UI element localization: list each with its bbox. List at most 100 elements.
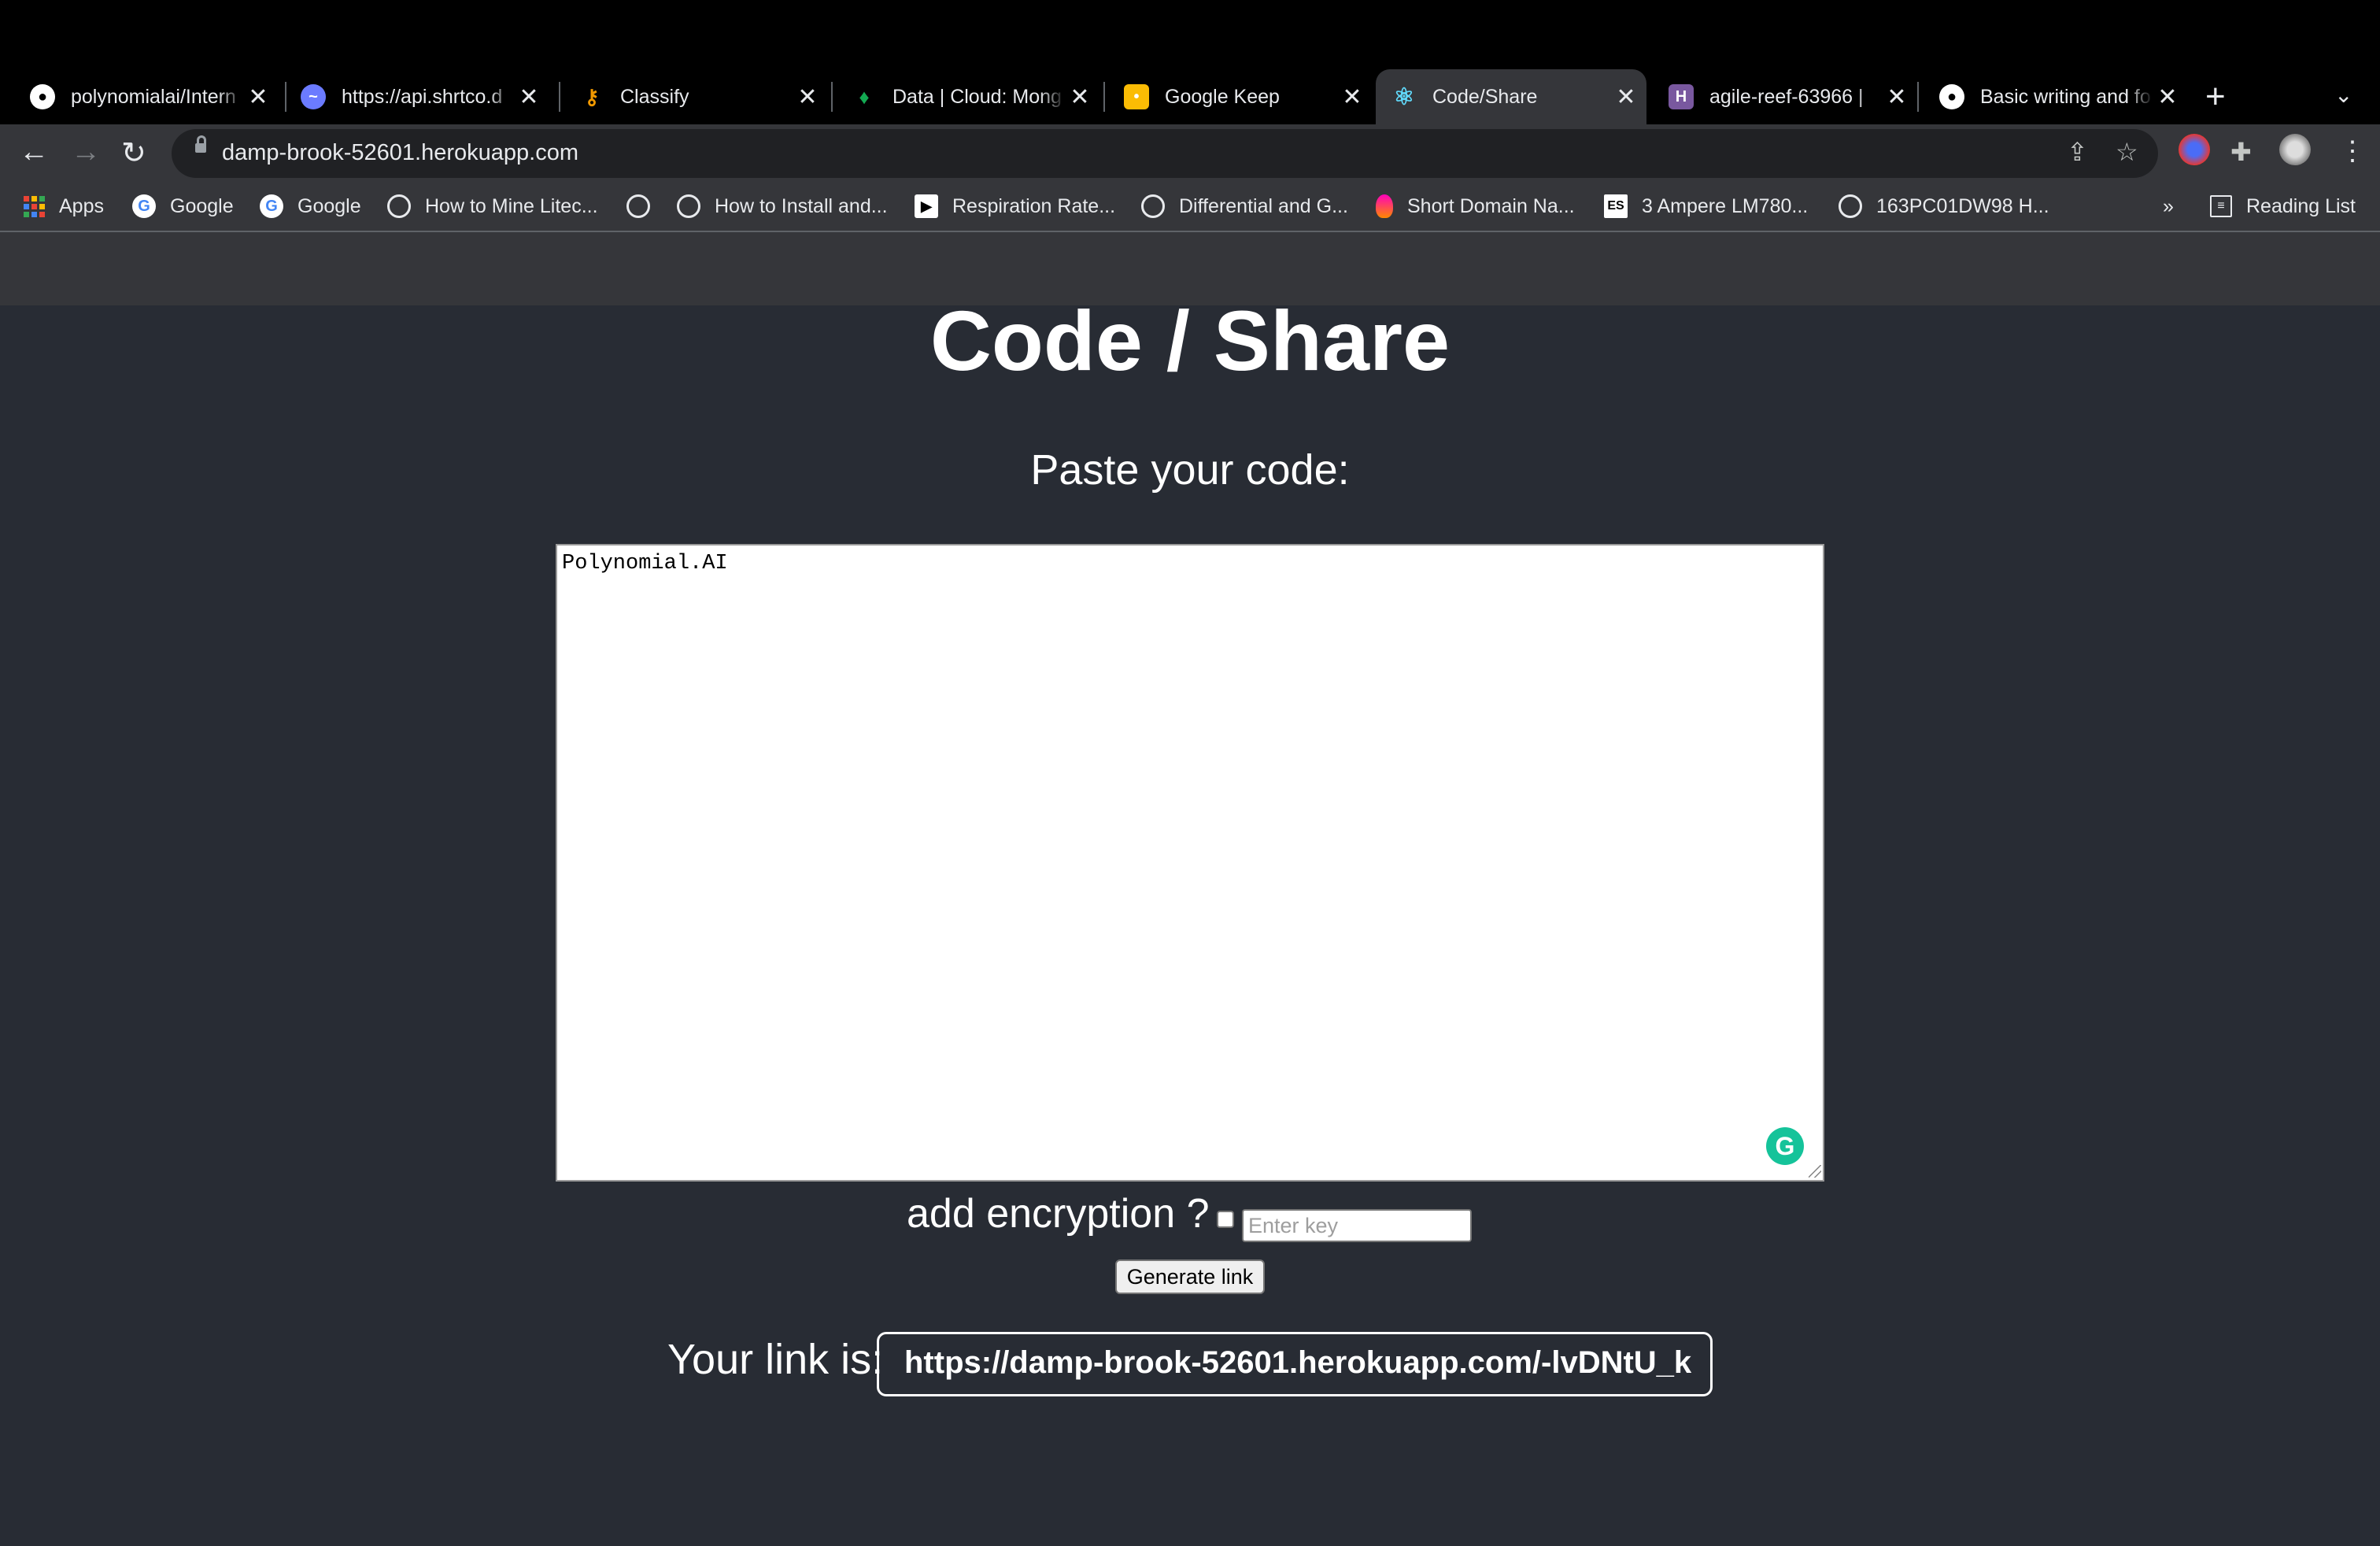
bookmark-label: 3 Ampere LM780...: [1642, 194, 1809, 217]
tab-title: https://api.shrtco.d: [342, 85, 503, 108]
close-icon[interactable]: ✕: [1066, 83, 1094, 111]
close-icon[interactable]: ✕: [244, 83, 272, 111]
tab-separator: [285, 82, 286, 112]
forward-button[interactable]: →: [71, 135, 101, 169]
tab-title: Code/Share: [1432, 85, 1538, 108]
tab-strip: ● polynomialai/Intern ✕ ~ https://api.sh…: [0, 69, 2380, 124]
globe-icon: [387, 194, 411, 218]
new-tab-button[interactable]: +: [2205, 77, 2226, 117]
google-icon: G: [132, 194, 156, 218]
textarea-resize-handle[interactable]: [1809, 1165, 1821, 1178]
bookmark-label: Short Domain Na...: [1407, 194, 1575, 217]
tab-github-basic-writing[interactable]: ● Basic writing and fo ✕: [1927, 69, 2188, 124]
bookmark-how-to-install[interactable]: How to Install and...: [677, 184, 888, 228]
bookmark-globe[interactable]: [626, 184, 664, 228]
chrome-divider: [0, 231, 2380, 232]
share-icon[interactable]: ⇪: [2067, 137, 2088, 167]
generate-link-button[interactable]: Generate link: [1115, 1259, 1265, 1294]
bookmark-label: Apps: [59, 194, 104, 217]
back-button[interactable]: ←: [19, 135, 49, 169]
tab-google-keep[interactable]: • Google Keep ✕: [1111, 69, 1373, 124]
extensions-puzzle-icon[interactable]: ✚: [2230, 137, 2252, 167]
grammarly-icon[interactable]: G: [1766, 1127, 1804, 1165]
bookmark-label: Google: [170, 194, 234, 217]
bookmark-mine-litecoin[interactable]: How to Mine Litec...: [387, 184, 598, 228]
google-keep-icon: •: [1124, 84, 1149, 109]
tab-mongodb[interactable]: ♦ Data | Cloud: Mong ✕: [839, 69, 1100, 124]
close-icon[interactable]: ✕: [793, 83, 822, 111]
tab-code-share[interactable]: ⚛ Code/Share ✕: [1376, 69, 1646, 124]
apps-grid-icon: [24, 195, 45, 217]
bookmark-label: Respiration Rate...: [952, 194, 1116, 217]
tab-title: agile-reef-63966 |: [1709, 85, 1864, 108]
tab-title: Basic writing and fo: [1980, 85, 2151, 108]
bookmark-respiration-rate[interactable]: ▶ Respiration Rate...: [915, 184, 1115, 228]
tab-shrtco[interactable]: ~ https://api.shrtco.d ✕: [288, 69, 549, 124]
bookmark-label: Google: [298, 194, 361, 217]
bookmark-label: 163PC01DW98 H...: [1876, 194, 2049, 217]
tab-separator: [831, 82, 833, 112]
encryption-checkbox[interactable]: [1217, 1211, 1234, 1228]
link-label: Your link is:: [667, 1336, 884, 1383]
bookmark-163pc01dw98[interactable]: 163PC01DW98 H...: [1839, 184, 2049, 228]
github-icon: ●: [1939, 84, 1964, 109]
mongodb-leaf-icon: ♦: [859, 84, 870, 109]
bookmarks-bar: Apps G Google G Google How to Mine Litec…: [0, 184, 2380, 231]
reading-list-label: Reading List: [2246, 194, 2356, 217]
page-title: Code / Share: [929, 293, 1451, 388]
tab-separator: [1917, 82, 1919, 112]
bookmark-differential[interactable]: Differential and G...: [1141, 184, 1348, 228]
tab-classify[interactable]: ⚷ Classify ✕: [567, 69, 828, 124]
encryption-key-input[interactable]: [1242, 1209, 1472, 1242]
close-icon[interactable]: ✕: [1883, 83, 1911, 111]
es-icon: ES: [1604, 194, 1628, 218]
bookmark-label: How to Install and...: [715, 194, 888, 217]
bookmarks-overflow-button[interactable]: »: [2163, 184, 2174, 228]
address-text[interactable]: damp-brook-52601.herokuapp.com: [222, 140, 578, 166]
encryption-label: add encryption ?: [907, 1191, 1210, 1237]
tab-separator: [559, 82, 560, 112]
bookmark-label: Differential and G...: [1179, 194, 1348, 217]
globe-icon: [677, 194, 700, 218]
bookmark-lm780[interactable]: ES 3 Ampere LM780...: [1604, 184, 1808, 228]
bookmark-apps[interactable]: Apps: [24, 184, 104, 228]
bookmark-star-icon[interactable]: ☆: [2116, 137, 2138, 167]
lock-icon[interactable]: [195, 135, 206, 153]
tab-title: Google Keep: [1165, 85, 1280, 108]
close-icon[interactable]: ✕: [1612, 83, 1640, 111]
code-textarea[interactable]: Polynomial.AI: [556, 544, 1824, 1182]
extension-vpn-icon[interactable]: [2179, 134, 2210, 165]
react-icon: ⚛: [1393, 83, 1415, 110]
close-icon[interactable]: ✕: [2153, 83, 2182, 111]
tab-search-chevron-icon[interactable]: ⌄: [2334, 82, 2352, 108]
globe-icon: [1141, 194, 1165, 218]
heroku-icon: H: [1669, 84, 1694, 109]
tab-title: Data | Cloud: Mong: [893, 85, 1062, 108]
paste-code-prompt: Paste your code:: [1030, 446, 1350, 494]
close-icon[interactable]: ✕: [515, 83, 543, 111]
bookmark-google-2[interactable]: G Google: [260, 184, 361, 228]
profile-avatar[interactable]: [2279, 134, 2311, 165]
tab-title: polynomialai/Intern: [71, 85, 236, 108]
play-icon: ▶: [915, 194, 938, 218]
tab-heroku[interactable]: H agile-reef-63966 | ✕: [1656, 69, 1917, 124]
reading-list-button[interactable]: ≡ Reading List: [2210, 184, 2356, 228]
bookmark-label: How to Mine Litec...: [425, 194, 598, 217]
bookmark-short-domain[interactable]: Short Domain Na...: [1376, 184, 1575, 228]
generated-link-field[interactable]: https://damp-brook-52601.herokuapp.com/-…: [877, 1332, 1713, 1396]
reload-button[interactable]: ↻: [121, 135, 146, 171]
tab-github-polynomialai[interactable]: ● polynomialai/Intern ✕: [17, 69, 279, 124]
key-icon: ⚷: [584, 84, 600, 109]
reading-list-icon: ≡: [2210, 195, 2232, 217]
close-icon[interactable]: ✕: [1338, 83, 1366, 111]
globe-icon: [626, 194, 650, 218]
tab-title: Classify: [620, 85, 689, 108]
bitly-icon: [1376, 194, 1393, 218]
github-icon: ●: [30, 84, 55, 109]
shrtco-icon: ~: [301, 84, 326, 109]
tab-separator: [1103, 82, 1105, 112]
browser-menu-icon[interactable]: ⋮: [2339, 135, 2366, 167]
bookmark-google[interactable]: G Google: [132, 184, 234, 228]
globe-icon: [1839, 194, 1862, 218]
google-icon: G: [260, 194, 283, 218]
